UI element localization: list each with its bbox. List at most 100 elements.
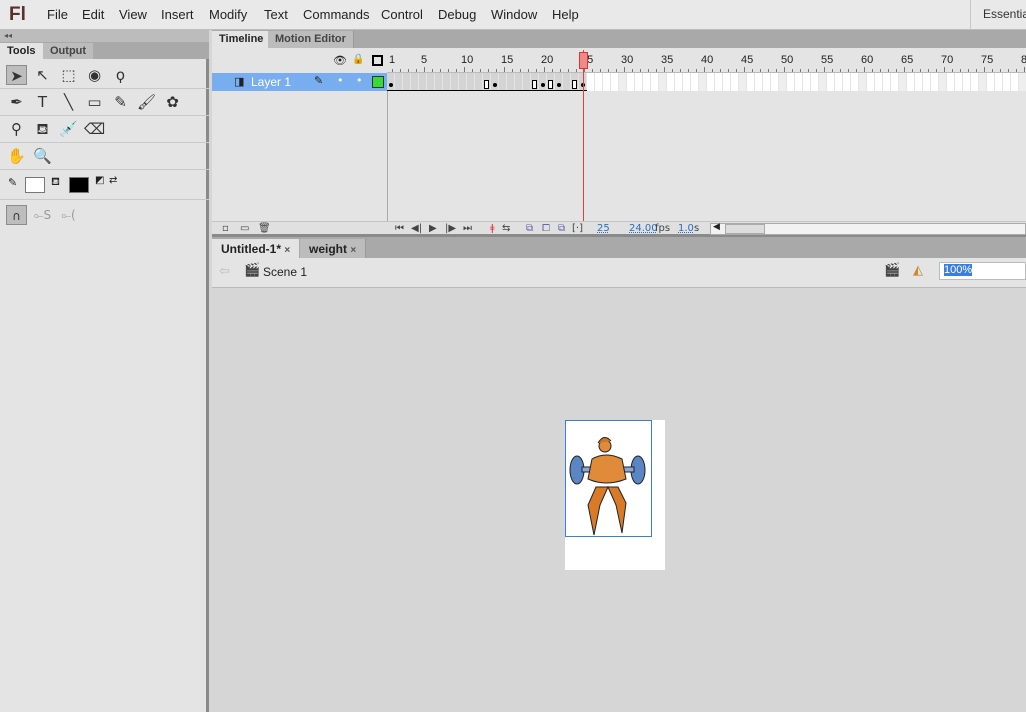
frame-cell[interactable] [907, 73, 915, 91]
frame-rate[interactable]: 24.00 [629, 222, 658, 236]
visibility-dot[interactable]: • [337, 74, 344, 87]
frame-cell[interactable] [491, 73, 499, 91]
frame-cell[interactable] [851, 73, 859, 91]
eraser-tool-icon[interactable]: ⌫ [84, 119, 105, 139]
layer-row[interactable]: ◨ Layer 1 ✎ • • [212, 73, 1026, 91]
menu-edit[interactable]: Edit [82, 7, 104, 22]
step-back-icon[interactable]: ◀︎| [411, 222, 422, 236]
frame-cell[interactable] [619, 73, 627, 91]
black-and-white-icon[interactable]: ◩ [95, 175, 104, 186]
straighten-icon[interactable]: ⟜( [58, 205, 79, 225]
zoom-field[interactable]: 100% [939, 262, 1026, 280]
outline-all-icon[interactable] [372, 55, 383, 66]
frame-cell[interactable] [435, 73, 443, 91]
frames-track[interactable] [387, 73, 1026, 91]
frame-cell[interactable] [715, 73, 723, 91]
frame-cell[interactable] [611, 73, 619, 91]
weightlifter-graphic[interactable] [565, 420, 652, 537]
menu-control[interactable]: Control [381, 7, 423, 22]
deco-tool-icon[interactable]: ✿ [162, 92, 183, 112]
keyframe[interactable] [557, 83, 561, 87]
frame-cell[interactable] [691, 73, 699, 91]
lasso-tool-icon[interactable]: ϙ [110, 65, 131, 85]
frame-cell[interactable] [643, 73, 651, 91]
edit-symbols-icon[interactable]: ◭ [913, 263, 923, 278]
go-to-first-frame-icon[interactable]: ⏮ [395, 222, 404, 236]
scrollbar-thumb[interactable] [725, 224, 765, 234]
smooth-icon[interactable]: ⟜S [32, 205, 53, 225]
frame-cell[interactable] [915, 73, 923, 91]
close-icon[interactable]: × [284, 245, 290, 256]
frame-cell[interactable] [939, 73, 947, 91]
zoom-tool-icon[interactable]: 🔍 [32, 146, 53, 166]
scroll-left-icon[interactable]: ◀ [713, 222, 720, 232]
tab-tools[interactable]: Tools [0, 43, 44, 59]
frame-cell[interactable] [459, 73, 467, 91]
frame-cell[interactable] [507, 73, 515, 91]
frame-cell[interactable] [675, 73, 683, 91]
layer-outline-color[interactable] [372, 76, 384, 88]
frame-cell[interactable] [803, 73, 811, 91]
frame-cell[interactable] [987, 73, 995, 91]
3d-rotation-tool-icon[interactable]: ◉ [84, 65, 105, 85]
frame-cell[interactable] [835, 73, 843, 91]
frame-cell[interactable] [859, 73, 867, 91]
frame-cell[interactable] [755, 73, 763, 91]
end-frame[interactable] [532, 80, 537, 89]
snap-to-objects-icon[interactable]: ∩ [6, 205, 27, 225]
bone-tool-icon[interactable]: ⚲ [6, 119, 27, 139]
menu-window[interactable]: Window [491, 7, 537, 22]
menu-commands[interactable]: Commands [303, 7, 369, 22]
frame-cell[interactable] [595, 73, 603, 91]
frame-cell[interactable] [867, 73, 875, 91]
menu-debug[interactable]: Debug [438, 7, 476, 22]
frame-cell[interactable] [787, 73, 795, 91]
swap-colors-icon[interactable]: ⇄ [109, 175, 117, 186]
step-forward-icon[interactable]: |▶ [445, 222, 456, 236]
fill-color-swatch[interactable] [69, 177, 89, 193]
eyedropper-tool-icon[interactable]: 💉 [58, 119, 79, 139]
tab-timeline[interactable]: Timeline [212, 31, 271, 48]
frame-cell[interactable] [763, 73, 771, 91]
workspace-switcher[interactable]: Essentials [970, 0, 1026, 30]
lock-dot[interactable]: • [356, 74, 363, 87]
close-icon[interactable]: × [350, 245, 356, 256]
go-to-last-frame-icon[interactable]: ⏭ [463, 222, 472, 236]
frame-cell[interactable] [395, 73, 403, 91]
end-frame[interactable] [572, 80, 577, 89]
frame-cell[interactable] [819, 73, 827, 91]
frame-cell[interactable] [475, 73, 483, 91]
frame-cell[interactable] [731, 73, 739, 91]
frame-cell[interactable] [827, 73, 835, 91]
frame-cell[interactable] [659, 73, 667, 91]
menu-file[interactable]: File [47, 7, 68, 22]
keyframe[interactable] [541, 83, 545, 87]
frame-cell[interactable] [403, 73, 411, 91]
center-frame-icon[interactable]: ǂ [490, 222, 495, 236]
menu-view[interactable]: View [119, 7, 147, 22]
free-transform-tool-icon[interactable]: ⬚ [58, 65, 79, 85]
frame-cell[interactable] [747, 73, 755, 91]
current-frame[interactable]: 25 [597, 222, 610, 236]
edit-scene-icon[interactable]: 🎬 [884, 263, 900, 278]
frame-cell[interactable] [707, 73, 715, 91]
text-tool-icon[interactable]: T [32, 92, 53, 112]
pencil-tool-icon[interactable]: ✎ [110, 92, 131, 112]
edit-multiple-frames-icon[interactable]: ⧉ [558, 222, 565, 236]
frame-cell[interactable] [523, 73, 531, 91]
frame-cell[interactable] [979, 73, 987, 91]
frame-cell[interactable] [627, 73, 635, 91]
frame-cell[interactable] [971, 73, 979, 91]
frame-cell[interactable] [651, 73, 659, 91]
frame-cell[interactable] [1011, 73, 1019, 91]
menu-text[interactable]: Text [264, 7, 288, 22]
layer-name[interactable]: Layer 1 [251, 75, 291, 89]
subselection-tool-icon[interactable]: ↖ [32, 65, 53, 85]
frame-cell[interactable] [947, 73, 955, 91]
frame-cell[interactable] [955, 73, 963, 91]
frame-cell[interactable] [419, 73, 427, 91]
pen-tool-icon[interactable]: ✒ [6, 92, 27, 112]
frame-cell[interactable] [563, 73, 571, 91]
frame-cell[interactable] [539, 73, 547, 91]
end-frame[interactable] [484, 80, 489, 89]
